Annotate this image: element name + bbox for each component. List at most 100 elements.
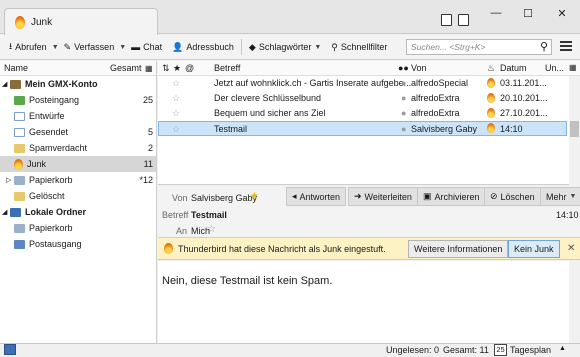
more-button[interactable]: Mehr ▼	[540, 187, 580, 206]
folder-deleted[interactable]: Gelöscht	[0, 188, 156, 204]
delete-label: Löschen	[500, 191, 535, 202]
archive-button[interactable]: ▣ Archivieren	[417, 187, 486, 206]
from-value[interactable]: Salvisberg Gaby	[191, 193, 257, 203]
read-status-column-icon[interactable]: ●●	[398, 63, 409, 73]
folder-name-column-header[interactable]: Name	[4, 63, 28, 73]
get-mail-button[interactable]: ⭳ Abrufen	[4, 37, 52, 57]
folder-trash[interactable]: ▷ Papierkorb *12	[0, 172, 156, 188]
attachment-column-icon[interactable]: @	[185, 63, 194, 73]
message-body: Nein, diese Testmail ist kein Spam.	[158, 261, 580, 343]
message-row[interactable]: ☆ Der clevere Schlüsselbund ● alfredoExt…	[158, 91, 580, 106]
toolbar-separator	[240, 39, 242, 55]
folder-spam-suspect[interactable]: Spamverdacht 2	[0, 140, 156, 156]
forward-button[interactable]: ➜ Weiterleiten	[348, 187, 418, 206]
calendar-icon[interactable]	[441, 14, 452, 26]
reply-arrow-icon: ◂	[292, 191, 297, 201]
total-count: Gesamt: 11	[443, 345, 489, 355]
collapse-arrow-icon[interactable]: ◢	[2, 80, 10, 88]
read-dot-icon[interactable]: ●	[401, 124, 406, 134]
thread-toggle-icon[interactable]: ⇅	[162, 63, 170, 74]
column-picker-icon[interactable]: ▦	[145, 64, 153, 73]
tag-icon: ◆	[248, 41, 256, 52]
junk-flame-icon[interactable]	[487, 93, 495, 103]
title-bar: Junk — ☐ ✕	[0, 0, 580, 35]
folder-local-trash[interactable]: Papierkorb	[0, 220, 156, 236]
message-row-selected[interactable]: ☆ Testmail ● Salvisberg Gaby 14:10	[158, 121, 567, 136]
star-icon[interactable]: ☆	[172, 93, 180, 104]
today-pane-toggle[interactable]: Tagesplan	[510, 345, 551, 355]
read-dot-icon[interactable]: ●	[401, 78, 406, 88]
from-column-header[interactable]: Von	[411, 63, 427, 73]
forward-label: Weiterleiten	[364, 191, 412, 202]
maximize-button[interactable]: ☐	[518, 6, 538, 20]
hamburger-menu-icon[interactable]	[560, 41, 572, 53]
star-outline-icon[interactable]: ☆	[207, 224, 216, 235]
star-icon[interactable]: ☆	[172, 124, 180, 135]
tag-button[interactable]: ◆ Schlagwörter ▼	[244, 37, 326, 57]
minimize-button[interactable]: —	[486, 6, 506, 20]
unread-count: Ungelesen: 0	[386, 345, 440, 355]
star-icon[interactable]: ☆	[172, 78, 180, 89]
unread-column-header[interactable]: Un...	[545, 63, 564, 73]
scrollbar-thumb[interactable]	[570, 121, 579, 137]
account-local-folders[interactable]: ◢ Lokale Ordner	[0, 204, 156, 220]
tasks-icon[interactable]	[458, 14, 469, 26]
online-status-icon[interactable]	[4, 344, 16, 355]
folder-inbox[interactable]: Posteingang 25	[0, 92, 156, 108]
star-column-icon[interactable]: ★	[173, 63, 181, 74]
compose-button[interactable]: ✎ Verfassen	[59, 37, 120, 57]
chat-button[interactable]: ▬ Chat	[126, 37, 167, 57]
trash-icon	[14, 223, 25, 233]
thread-scrollbar[interactable]	[569, 76, 580, 185]
folder-label: Gesendet	[29, 127, 69, 137]
subject-column-header[interactable]: Betreff	[214, 63, 240, 73]
date-column-header[interactable]: Datum	[500, 63, 527, 73]
reply-button[interactable]: ◂ Antworten	[286, 187, 347, 206]
calendar-day-icon[interactable]: 25	[494, 344, 507, 356]
column-picker-icon[interactable]: ▦	[569, 63, 577, 72]
junk-flame-icon[interactable]	[487, 123, 495, 133]
quick-filter-button[interactable]: ⚲ Schnellfilter	[326, 37, 392, 57]
collapse-arrow-icon[interactable]: ◢	[2, 208, 10, 216]
read-dot-icon[interactable]: ●	[401, 108, 406, 118]
folder-outbox[interactable]: Postausgang	[0, 236, 156, 252]
folder-label: Gelöscht	[29, 191, 65, 201]
tab-title: Junk	[31, 16, 53, 28]
junk-flame-icon[interactable]	[487, 108, 495, 118]
star-icon[interactable]: ☆	[172, 108, 180, 119]
expand-arrow-icon[interactable]: ▷	[6, 176, 14, 184]
folder-junk[interactable]: Junk 11	[0, 156, 156, 172]
folder-pane-header: Name Gesamt ▦	[0, 61, 156, 76]
account-icon	[10, 79, 21, 89]
close-button[interactable]: ✕	[552, 6, 572, 20]
folder-drafts[interactable]: Entwürfe	[0, 108, 156, 124]
account-gmx[interactable]: ◢ Mein GMX-Konto	[0, 76, 156, 92]
folder-sent[interactable]: Gesendet 5	[0, 124, 156, 140]
junk-flame-icon[interactable]	[487, 78, 495, 88]
tab-junk[interactable]: Junk	[4, 8, 158, 35]
address-book-button[interactable]: 👤 Adressbuch	[167, 37, 239, 57]
folder-icon	[14, 191, 25, 201]
search-input[interactable]: Suchen... <Strg+K>	[406, 39, 552, 55]
message-time: 14:10	[556, 210, 579, 220]
junk-notification-bar: Thunderbird hat diese Nachricht als Junk…	[158, 238, 580, 260]
today-pane-arrow-icon[interactable]: ▲	[559, 345, 566, 352]
trash-icon	[14, 175, 25, 185]
junk-column-icon[interactable]: ♨	[487, 63, 495, 74]
search-icon[interactable]: ⚲	[540, 40, 548, 53]
close-notification-icon[interactable]: ✕	[567, 243, 575, 254]
read-dot-icon[interactable]: ●	[401, 93, 406, 103]
message-header: Von Salvisberg Gaby ★ ◂ Antworten ➜ Weit…	[158, 186, 580, 238]
delete-button[interactable]: ⊘ Löschen	[484, 187, 541, 206]
message-row[interactable]: ☆ Jetzt auf wohnklick.ch - Gartis Insera…	[158, 76, 580, 91]
body-scrollbar[interactable]	[569, 261, 580, 343]
compose-dropdown-icon[interactable]: ▼	[119, 44, 126, 51]
not-junk-button[interactable]: Kein Junk	[508, 240, 560, 258]
account-name: Lokale Ordner	[25, 207, 87, 217]
message-row[interactable]: ☆ Bequem und sicher ans Ziel ● alfredoEx…	[158, 106, 580, 121]
more-info-button[interactable]: Weitere Informationen	[408, 240, 509, 258]
star-icon[interactable]: ★	[250, 191, 259, 202]
get-mail-dropdown-icon[interactable]: ▼	[52, 44, 59, 51]
folder-label: Postausgang	[29, 239, 82, 249]
folder-total-column-header[interactable]: Gesamt	[110, 63, 142, 73]
